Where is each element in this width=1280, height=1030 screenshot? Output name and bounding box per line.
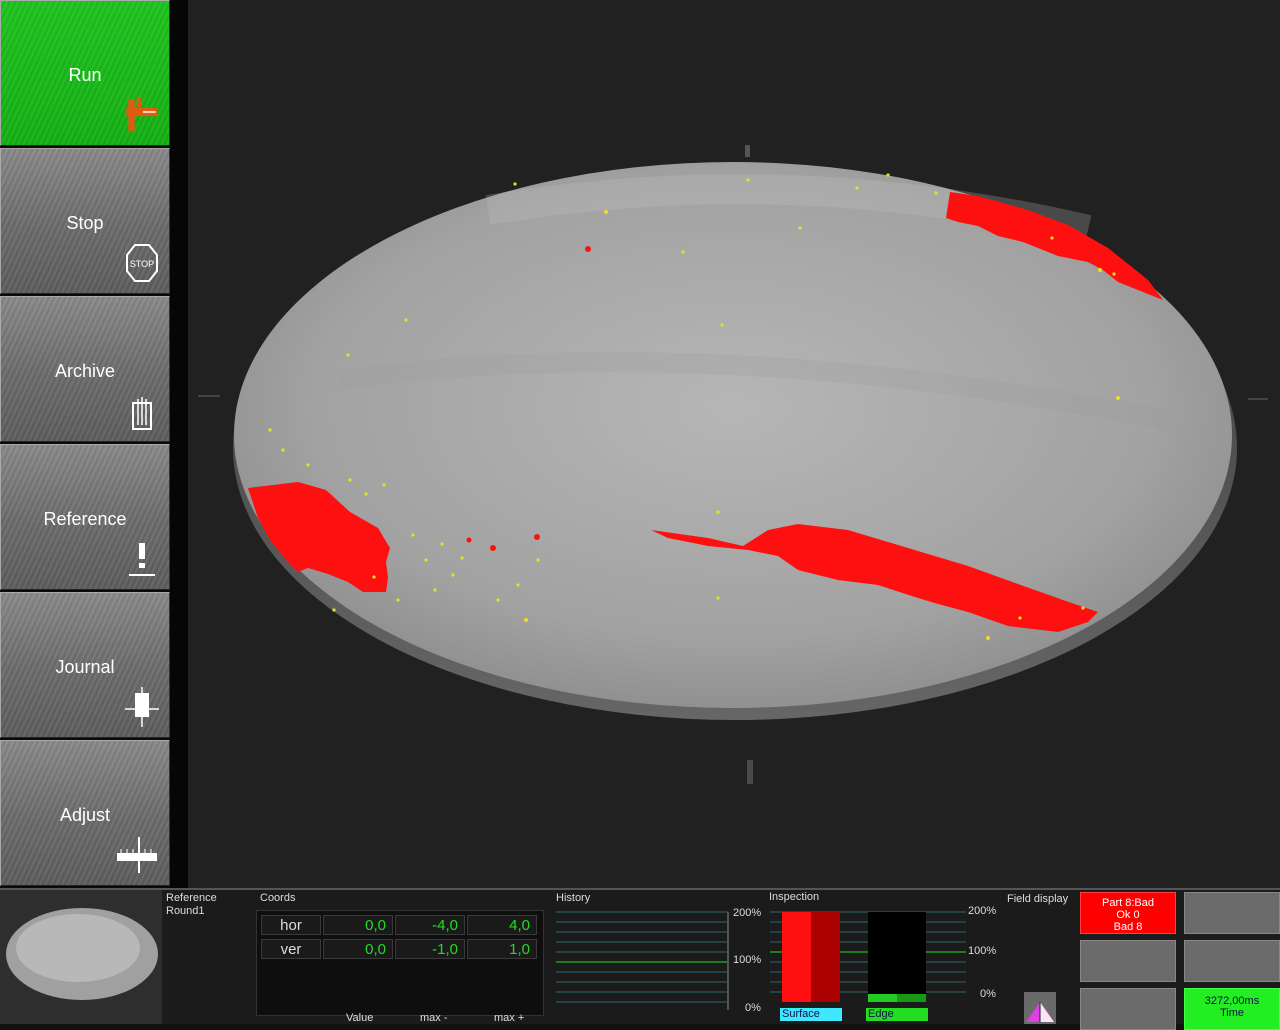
fiducial-top [745,145,750,157]
inspection-title: Inspection [769,891,820,903]
edge-bar [868,912,926,1002]
coords-hor-max: 4,0 [467,915,537,935]
status-slot-2 [1080,940,1176,982]
status-slot-1 [1184,892,1280,934]
status-panel: Reference Round1 Coords hor 0,0 -4,0 4,0… [0,888,1280,1030]
inspection-tick-200: 200% [968,905,997,917]
caliper-icon [126,97,158,131]
coords-row-ver-label: ver [261,939,321,959]
reference-label: Reference [43,509,127,529]
stop-hexagon-icon: STOP [126,244,158,282]
part-status-text: Part 8:Bad [1102,897,1154,909]
reference-info: Reference Round1 [166,892,217,918]
coords-ver-min: -1,0 [395,939,465,959]
field-display-title: Field display [1007,893,1069,905]
run-label: Run [68,65,102,85]
archive-button[interactable]: Archive [0,296,170,442]
coords-col-min: max - [420,1012,448,1024]
coords-ver-max: 1,0 [467,939,537,959]
edge-label: Edge [866,1008,928,1021]
surface-label: Surface [780,1008,842,1021]
journal-button[interactable]: Journal [0,592,170,738]
pyramid-triangle-icon [1026,1002,1054,1022]
history-tick-200: 200% [733,907,762,919]
run-button[interactable]: Run [0,0,170,146]
inspection-tick-0: 0% [980,988,996,1000]
fiducial-bottom [747,760,753,784]
inspection-image [198,145,1268,784]
journal-label: Journal [55,657,115,677]
coords-row-hor-label: hor [261,915,321,935]
reference-button[interactable]: Reference [0,444,170,590]
archive-box-icon [132,397,152,430]
adjust-button[interactable]: Adjust [0,740,170,886]
history-graph [556,911,729,1010]
adjust-label: Adjust [59,805,111,825]
coords-hor-value: 0,0 [323,915,393,935]
status-slot-3 [1184,940,1280,982]
field-display-button[interactable] [1024,992,1056,1024]
ruler-icon [117,837,157,873]
svg-text:STOP: STOP [130,259,154,269]
history-title: History [556,892,591,904]
stop-button[interactable]: Stop STOP [0,148,170,294]
camera-view [188,0,1280,888]
history-tick-100: 100% [733,954,762,966]
history-tick-0: 0% [745,1002,761,1014]
coords-ver-value: 0,0 [323,939,393,959]
coords-table: hor 0,0 -4,0 4,0 ver 0,0 -1,0 1,0 [256,910,544,1016]
fiducial-right [1248,398,1268,400]
coords-hor-min: -4,0 [395,915,465,935]
archive-label: Archive [54,361,116,381]
time-label: Time [1219,1007,1245,1019]
sidebar-divider [170,0,188,888]
part-status-box: Part 8:Bad Ok 0 Bad 8 [1080,892,1176,934]
fiducial-left [198,395,220,397]
coords-col-value: Value [346,1012,374,1024]
stop-label: Stop [66,213,104,233]
inspection-graph [770,911,966,1002]
journal-crosshair-icon [125,687,159,727]
reference-name: Round1 [166,905,205,917]
inspection-tick-100: 100% [968,945,997,957]
reference-thumbnail[interactable] [0,890,162,1024]
reference-title: Reference [166,892,217,904]
ok-count: Ok 0 [1116,909,1140,921]
coords-title: Coords [260,892,296,904]
time-value: 3272,00ms [1204,995,1260,1007]
sidebar: Run Stop STOP Archive Reference Journal … [0,0,188,888]
reference-exclamation-icon [129,543,155,576]
bad-count: Bad 8 [1113,921,1143,933]
coords-col-max: max + [494,1012,525,1024]
